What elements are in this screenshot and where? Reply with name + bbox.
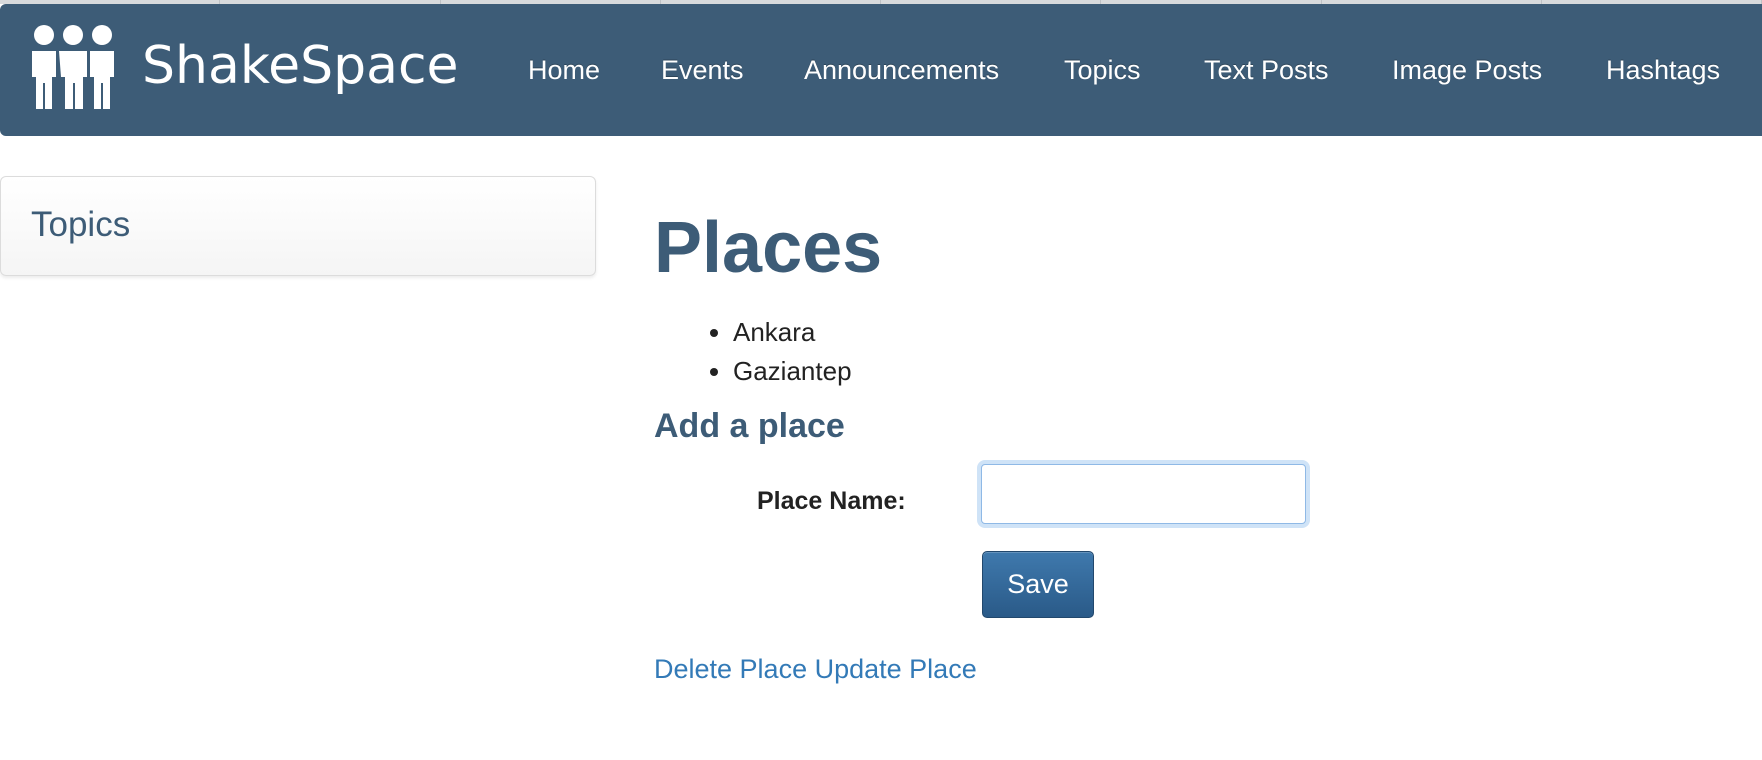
add-place-heading: Add a place <box>654 407 845 445</box>
update-place-link[interactable]: Update Place <box>815 654 977 684</box>
place-name-input[interactable] <box>981 464 1306 524</box>
list-item: Ankara <box>733 313 1054 352</box>
delete-place-link[interactable]: Delete Place <box>654 654 807 684</box>
place-actions: Delete Place Update Place <box>654 654 977 685</box>
nav-announcements[interactable]: Announcements <box>804 55 999 86</box>
nav-hashtags[interactable]: Hashtags <box>1606 55 1720 86</box>
nav-image-posts[interactable]: Image Posts <box>1392 55 1542 86</box>
place-name-label: Place Name: <box>757 487 906 515</box>
brand-name: ShakeSpace <box>142 36 459 96</box>
brand-link[interactable]: ShakeSpace <box>30 20 459 112</box>
people-group-icon <box>30 23 116 109</box>
sidebar-title: Topics <box>31 205 131 244</box>
nav-text-posts[interactable]: Text Posts <box>1204 55 1329 86</box>
places-list: Ankara Gaziantep <box>654 313 1054 391</box>
list-item: Gaziantep <box>733 352 1054 391</box>
top-navbar: ShakeSpace Home Events Announcements Top… <box>0 4 1762 136</box>
page-title: Places <box>654 208 883 288</box>
sidebar-panel: Topics <box>0 176 596 276</box>
nav-home[interactable]: Home <box>528 55 600 86</box>
nav-events[interactable]: Events <box>661 55 744 86</box>
nav-topics[interactable]: Topics <box>1064 55 1141 86</box>
save-button[interactable]: Save <box>982 551 1094 618</box>
